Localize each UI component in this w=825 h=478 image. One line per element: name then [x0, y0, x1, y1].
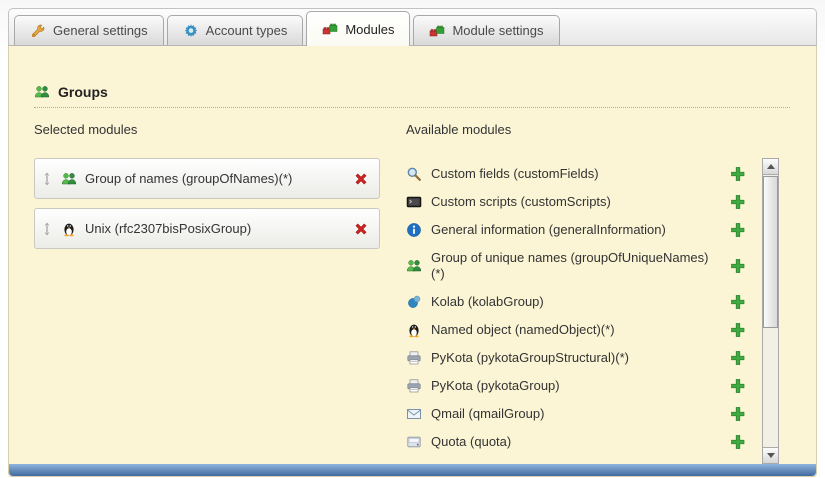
selected-modules-heading: Selected modules	[34, 122, 137, 137]
console-icon	[406, 194, 422, 210]
tab-modules[interactable]: Modules	[306, 11, 410, 46]
selected-module-row: Unix (rfc2307bisPosixGroup)	[34, 208, 380, 249]
selected-module-label: Unix (rfc2307bisPosixGroup)	[85, 221, 345, 236]
available-modules-heading: Available modules	[406, 122, 511, 137]
drag-handle-icon[interactable]	[41, 171, 53, 187]
add-module-button[interactable]	[730, 258, 746, 274]
add-module-button[interactable]	[730, 194, 746, 210]
tab-strip: General settings Account types Modules M…	[8, 8, 817, 46]
tab-account-types[interactable]: Account types	[167, 15, 304, 45]
section-header: Groups	[34, 84, 790, 108]
kolab-icon	[406, 294, 422, 310]
available-module-row: PyKota (pykotaGroup)	[406, 372, 759, 400]
scrollbar[interactable]	[762, 158, 779, 464]
available-module-label: Group of unique names (groupOfUniqueName…	[431, 250, 721, 282]
arrow-up-icon	[767, 164, 775, 169]
available-modules-list: Custom fields (customFields) Custom scri…	[406, 160, 759, 456]
available-module-label: Custom fields (customFields)	[431, 166, 721, 182]
available-module-label: Kolab (kolabGroup)	[431, 294, 721, 310]
disk-icon	[406, 434, 422, 450]
modules-panel: Groups Selected modules Available module…	[8, 46, 817, 477]
available-module-label: PyKota (pykotaGroup)	[431, 378, 721, 394]
tab-module-settings[interactable]: Module settings	[413, 15, 559, 45]
tab-label: Account types	[206, 23, 288, 38]
delete-module-button[interactable]	[353, 171, 369, 187]
available-module-row: Qmail (qmailGroup)	[406, 400, 759, 428]
modules-icon	[322, 21, 338, 37]
scroll-down-button[interactable]	[763, 447, 778, 463]
add-module-button[interactable]	[730, 406, 746, 422]
printer-icon	[406, 350, 422, 366]
magnifier-icon	[406, 166, 422, 182]
group-icon	[406, 258, 422, 274]
tab-label: General settings	[53, 23, 148, 38]
available-module-row: Kolab (kolabGroup)	[406, 288, 759, 316]
delete-module-button[interactable]	[353, 221, 369, 237]
tab-label: Module settings	[452, 23, 543, 38]
add-module-button[interactable]	[730, 350, 746, 366]
add-module-button[interactable]	[730, 322, 746, 338]
add-module-button[interactable]	[730, 378, 746, 394]
available-module-label: Quota (quota)	[431, 434, 721, 450]
available-module-row: PyKota (pykotaGroupStructural)(*)	[406, 344, 759, 372]
tux-icon	[61, 221, 77, 237]
available-module-row: Quota (quota)	[406, 428, 759, 456]
printer-icon	[406, 378, 422, 394]
tab-label: Modules	[345, 22, 394, 37]
available-module-label: Named object (namedObject)(*)	[431, 322, 721, 338]
add-module-button[interactable]	[730, 434, 746, 450]
available-module-label: Qmail (qmailGroup)	[431, 406, 721, 422]
available-module-row: Custom fields (customFields)	[406, 160, 759, 188]
section-title: Groups	[58, 84, 108, 100]
add-module-button[interactable]	[730, 294, 746, 310]
available-module-row: General information (generalInformation)	[406, 216, 759, 244]
selected-modules-list: Group of names (groupOfNames)(*) Unix (r…	[34, 158, 380, 258]
available-module-row: Named object (namedObject)(*)	[406, 316, 759, 344]
drag-handle-icon[interactable]	[41, 221, 53, 237]
modules-icon	[429, 23, 445, 39]
available-module-label: General information (generalInformation)	[431, 222, 721, 238]
group-icon	[34, 84, 50, 100]
info-icon	[406, 222, 422, 238]
add-module-button[interactable]	[730, 222, 746, 238]
available-module-label: Custom scripts (customScripts)	[431, 194, 721, 210]
tools-icon	[30, 23, 46, 39]
gear-icon	[183, 23, 199, 39]
footer-bar	[9, 464, 816, 476]
selected-module-label: Group of names (groupOfNames)(*)	[85, 171, 345, 186]
available-module-row: Custom scripts (customScripts)	[406, 188, 759, 216]
available-module-row: Group of unique names (groupOfUniqueName…	[406, 244, 759, 288]
lam-configuration-page: General settings Account types Modules M…	[0, 0, 825, 478]
tux-icon	[406, 322, 422, 338]
scrollbar-thumb[interactable]	[763, 176, 778, 328]
arrow-down-icon	[767, 453, 775, 458]
selected-module-row: Group of names (groupOfNames)(*)	[34, 158, 380, 199]
available-module-label: PyKota (pykotaGroupStructural)(*)	[431, 350, 721, 366]
tab-general-settings[interactable]: General settings	[14, 15, 164, 45]
add-module-button[interactable]	[730, 166, 746, 182]
mail-icon	[406, 406, 422, 422]
group-icon	[61, 171, 77, 187]
scroll-up-button[interactable]	[763, 159, 778, 175]
